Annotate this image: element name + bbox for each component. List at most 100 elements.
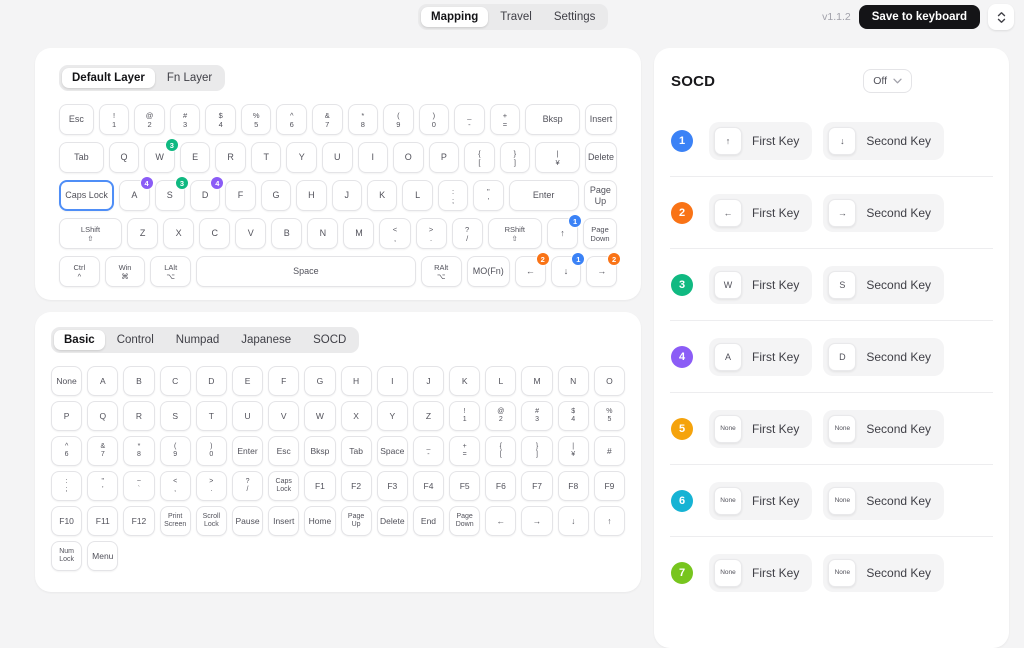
keyboard-key[interactable]: B [271,218,303,249]
picker-key[interactable]: _ - [412,436,445,466]
picker-key[interactable]: I [376,366,408,396]
keyboard-key[interactable]: P [428,142,460,173]
picker-key[interactable]: End [412,506,445,536]
keyboard-key[interactable]: Space [196,256,416,287]
picker-key[interactable]: Space [376,436,408,466]
keyboard-key[interactable]: T [250,142,282,173]
picker-key[interactable]: Z [412,401,445,431]
picker-key[interactable]: + = [449,436,481,466]
picker-key[interactable]: ~ ` [123,471,155,501]
picker-key[interactable]: | ¥ [557,436,589,466]
keyboard-key[interactable]: <, [379,218,411,249]
picker-key[interactable]: K [449,366,481,396]
keyboard-key[interactable]: X [163,218,195,249]
picker-key[interactable]: E [231,366,264,396]
socd-key-button[interactable]: ↑ [714,126,742,155]
keyboard-key[interactable]: {[ [464,142,495,173]
keyboard-key[interactable]: V [235,218,267,249]
picker-key[interactable]: P [51,401,83,431]
keyboard-key[interactable]: H [296,180,327,211]
keyboard-key[interactable]: ← 2 [515,252,550,287]
picker-key[interactable]: Home [304,506,336,536]
keyboard-key[interactable]: L [402,180,433,211]
keyboard-key[interactable]: Enter [508,180,579,211]
keyboard-key[interactable]: Q [108,142,140,173]
keyboard-key[interactable]: & 7 [312,104,343,135]
picker-key[interactable]: Caps Lock [268,471,300,501]
keyboard-key[interactable]: K [366,180,398,211]
keyboard-key[interactable]: I [357,142,389,173]
picker-key[interactable]: Page Down [449,506,481,536]
picker-key[interactable]: Esc [268,436,300,466]
picker-key[interactable]: ? / [231,471,264,501]
picker-key[interactable]: A [87,366,119,396]
picker-key[interactable]: * 8 [123,436,155,466]
keyboard-key[interactable]: C [199,218,231,249]
picker-key[interactable]: F9 [593,471,625,501]
picker-key[interactable]: :; [51,471,83,501]
save-to-keyboard-button[interactable]: Save to keyboard [858,5,980,29]
keyboard-key[interactable]: :; [437,180,469,211]
keyboard-key[interactable]: → 2 [586,252,622,287]
keyboard-key[interactable]: LAlt ⌥ [150,256,192,287]
picker-key[interactable]: F11 [87,506,119,536]
picker-key[interactable]: ^ 6 [51,436,83,466]
keyboard-key[interactable]: Win ⌘ [104,256,146,287]
picker-key[interactable]: Delete [376,506,408,536]
picker-key[interactable]: G [304,366,336,396]
socd-key-button[interactable]: W [714,270,742,299]
socd-mode-dropdown[interactable]: Off [863,69,912,93]
picker-key[interactable]: Enter [231,436,264,466]
picker-key[interactable]: Menu [87,541,119,571]
keyboard-key[interactable]: @2 [134,104,165,135]
socd-key-button[interactable]: None [714,558,742,587]
picker-key[interactable]: $4 [557,401,589,431]
socd-key-button[interactable]: None [828,414,857,443]
keyboard-key[interactable]: W3 [144,138,179,173]
keyboard-key[interactable]: Esc [59,104,94,135]
keyboard-key[interactable]: Delete [584,142,617,173]
socd-key-button[interactable]: D [828,342,857,371]
picker-key[interactable]: F3 [376,471,408,501]
tab-control[interactable]: Control [107,330,164,350]
picker-key[interactable]: <, [159,471,191,501]
picker-key[interactable]: ) 0 [195,436,227,466]
picker-key[interactable]: F6 [485,471,517,501]
picker-key[interactable]: W [304,401,336,431]
keyboard-key[interactable]: | ¥ [535,142,580,173]
keyboard-key[interactable]: MO(Fn) [466,256,511,287]
picker-key[interactable]: @2 [485,401,517,431]
picker-key[interactable]: F12 [123,506,155,536]
picker-key[interactable]: ← [485,506,517,536]
tab-fn-layer[interactable]: Fn Layer [157,68,222,88]
picker-key[interactable]: Num Lock [51,541,83,571]
keyboard-key[interactable]: }] [499,142,531,173]
keyboard-key[interactable]: J [331,180,362,211]
picker-key[interactable]: Page Up [340,506,372,536]
keyboard-key[interactable]: Insert [584,104,617,135]
picker-key[interactable]: ! 1 [449,401,481,431]
keyboard-key[interactable]: S3 [154,176,189,211]
keyboard-key[interactable]: A4 [119,176,154,211]
picker-key[interactable]: >. [195,471,227,501]
keyboard-key[interactable]: D4 [189,176,225,211]
keyboard-key[interactable]: F [225,180,256,211]
keyboard-key[interactable]: ) 0 [418,104,450,135]
picker-key[interactable]: N [557,366,589,396]
keyboard-key[interactable]: ↑ 1 [546,214,583,249]
socd-key-button[interactable]: → [828,198,857,227]
keyboard-key[interactable]: ! 1 [98,104,130,135]
picker-key[interactable]: # [593,436,625,466]
picker-key[interactable]: F7 [521,471,553,501]
keyboard-key[interactable]: ↓ 1 [550,252,586,287]
tab-mapping[interactable]: Mapping [421,7,489,27]
socd-key-button[interactable]: None [828,486,857,515]
keyboard-key[interactable]: Z [127,218,159,249]
keyboard-key[interactable]: >. [415,218,447,249]
picker-key[interactable]: O [593,366,625,396]
picker-key[interactable]: R [123,401,155,431]
keyboard-key[interactable]: O [393,142,424,173]
keyboard-key[interactable]: ? / [451,218,483,249]
keyboard-key[interactable]: M [343,218,375,249]
picker-key[interactable]: F5 [449,471,481,501]
